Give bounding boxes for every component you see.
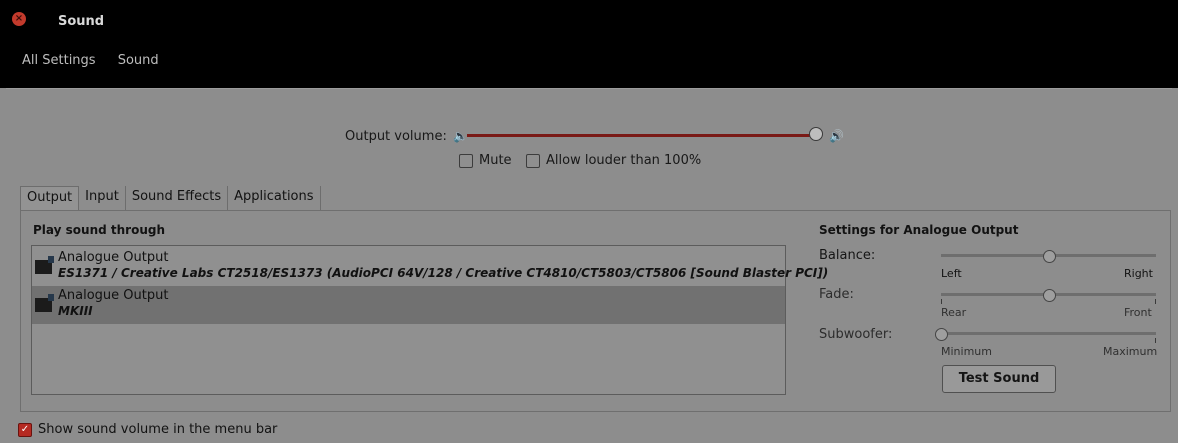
- subwoofer-slider[interactable]: [941, 332, 1156, 335]
- test-sound-button[interactable]: Test Sound: [942, 365, 1056, 393]
- balance-handle[interactable]: [1042, 250, 1056, 263]
- breadcrumb: All Settings Sound: [22, 53, 177, 68]
- device-name: Analogue Output: [58, 288, 169, 303]
- show-volume-label: Show sound volume in the menu bar: [38, 422, 278, 437]
- close-icon[interactable]: ×: [12, 12, 26, 26]
- subwoofer-handle[interactable]: [935, 328, 948, 341]
- output-volume-slider[interactable]: [467, 134, 815, 137]
- fade-rear-label: Rear: [941, 306, 967, 319]
- allow-louder-check-box[interactable]: [526, 153, 540, 168]
- fade-min-tick: [941, 299, 942, 304]
- mute-label: Mute: [479, 153, 512, 168]
- balance-label: Balance:: [819, 248, 876, 263]
- show-volume-in-menu-bar-checkbox[interactable]: ✓ Show sound volume in the menu bar: [18, 422, 277, 437]
- allow-louder-checkbox[interactable]: Allow louder than 100%: [526, 153, 701, 168]
- content-top-edge: [6, 88, 1172, 89]
- subwoofer-minimum-label: Minimum: [941, 345, 992, 358]
- balance-right-label: Right: [1124, 267, 1153, 280]
- audio-card-icon: [35, 256, 54, 274]
- title-bar: × Sound All Settings Sound: [0, 0, 1178, 88]
- play-sound-through-heading: Play sound through: [33, 223, 165, 237]
- output-volume-handle[interactable]: [809, 127, 823, 141]
- volume-high-icon: 🔊: [829, 129, 844, 143]
- fade-label: Fade:: [819, 287, 854, 302]
- fade-max-tick: [1155, 299, 1156, 304]
- tab-output[interactable]: Output: [20, 186, 80, 210]
- volume-low-icon: 🔈: [453, 129, 468, 143]
- fade-front-label: Front: [1124, 306, 1152, 319]
- subwoofer-max-tick: [1155, 338, 1156, 343]
- audio-card-icon: [35, 294, 54, 312]
- tab-applications[interactable]: Applications: [228, 186, 321, 210]
- list-item[interactable]: Analogue Output MKIII: [32, 286, 785, 324]
- output-volume-label: Output volume:: [345, 129, 447, 144]
- device-name: Analogue Output: [58, 250, 169, 265]
- output-tab-panel: Play sound through Analogue Output ES137…: [20, 210, 1171, 412]
- tab-input[interactable]: Input: [79, 186, 126, 210]
- settings-heading: Settings for Analogue Output: [819, 223, 1019, 237]
- allow-louder-label: Allow louder than 100%: [546, 153, 702, 168]
- sound-settings-content: Output volume: 🔈 🔊 Mute Allow louder tha…: [0, 88, 1178, 443]
- breadcrumb-all-settings[interactable]: All Settings: [22, 53, 96, 68]
- output-device-list[interactable]: Analogue Output ES1371 / Creative Labs C…: [31, 245, 828, 395]
- tab-sound-effects[interactable]: Sound Effects: [126, 186, 229, 210]
- tab-bar: Output Input Sound Effects Applications: [20, 186, 321, 210]
- breadcrumb-sound[interactable]: Sound: [118, 53, 159, 68]
- subwoofer-maximum-label: Maximum: [1103, 345, 1158, 358]
- device-description: MKIII: [58, 304, 93, 318]
- mute-check-box[interactable]: [459, 153, 473, 168]
- fade-handle[interactable]: [1042, 289, 1056, 302]
- show-volume-check-box[interactable]: ✓: [18, 422, 32, 437]
- window-title: Sound: [58, 14, 105, 29]
- list-item[interactable]: Analogue Output ES1371 / Creative Labs C…: [32, 248, 828, 286]
- balance-left-label: Left: [941, 267, 962, 280]
- subwoofer-label: Subwoofer:: [819, 327, 893, 342]
- mute-checkbox[interactable]: Mute: [459, 153, 512, 168]
- device-description: ES1371 / Creative Labs CT2518/ES1373 (Au…: [58, 266, 829, 280]
